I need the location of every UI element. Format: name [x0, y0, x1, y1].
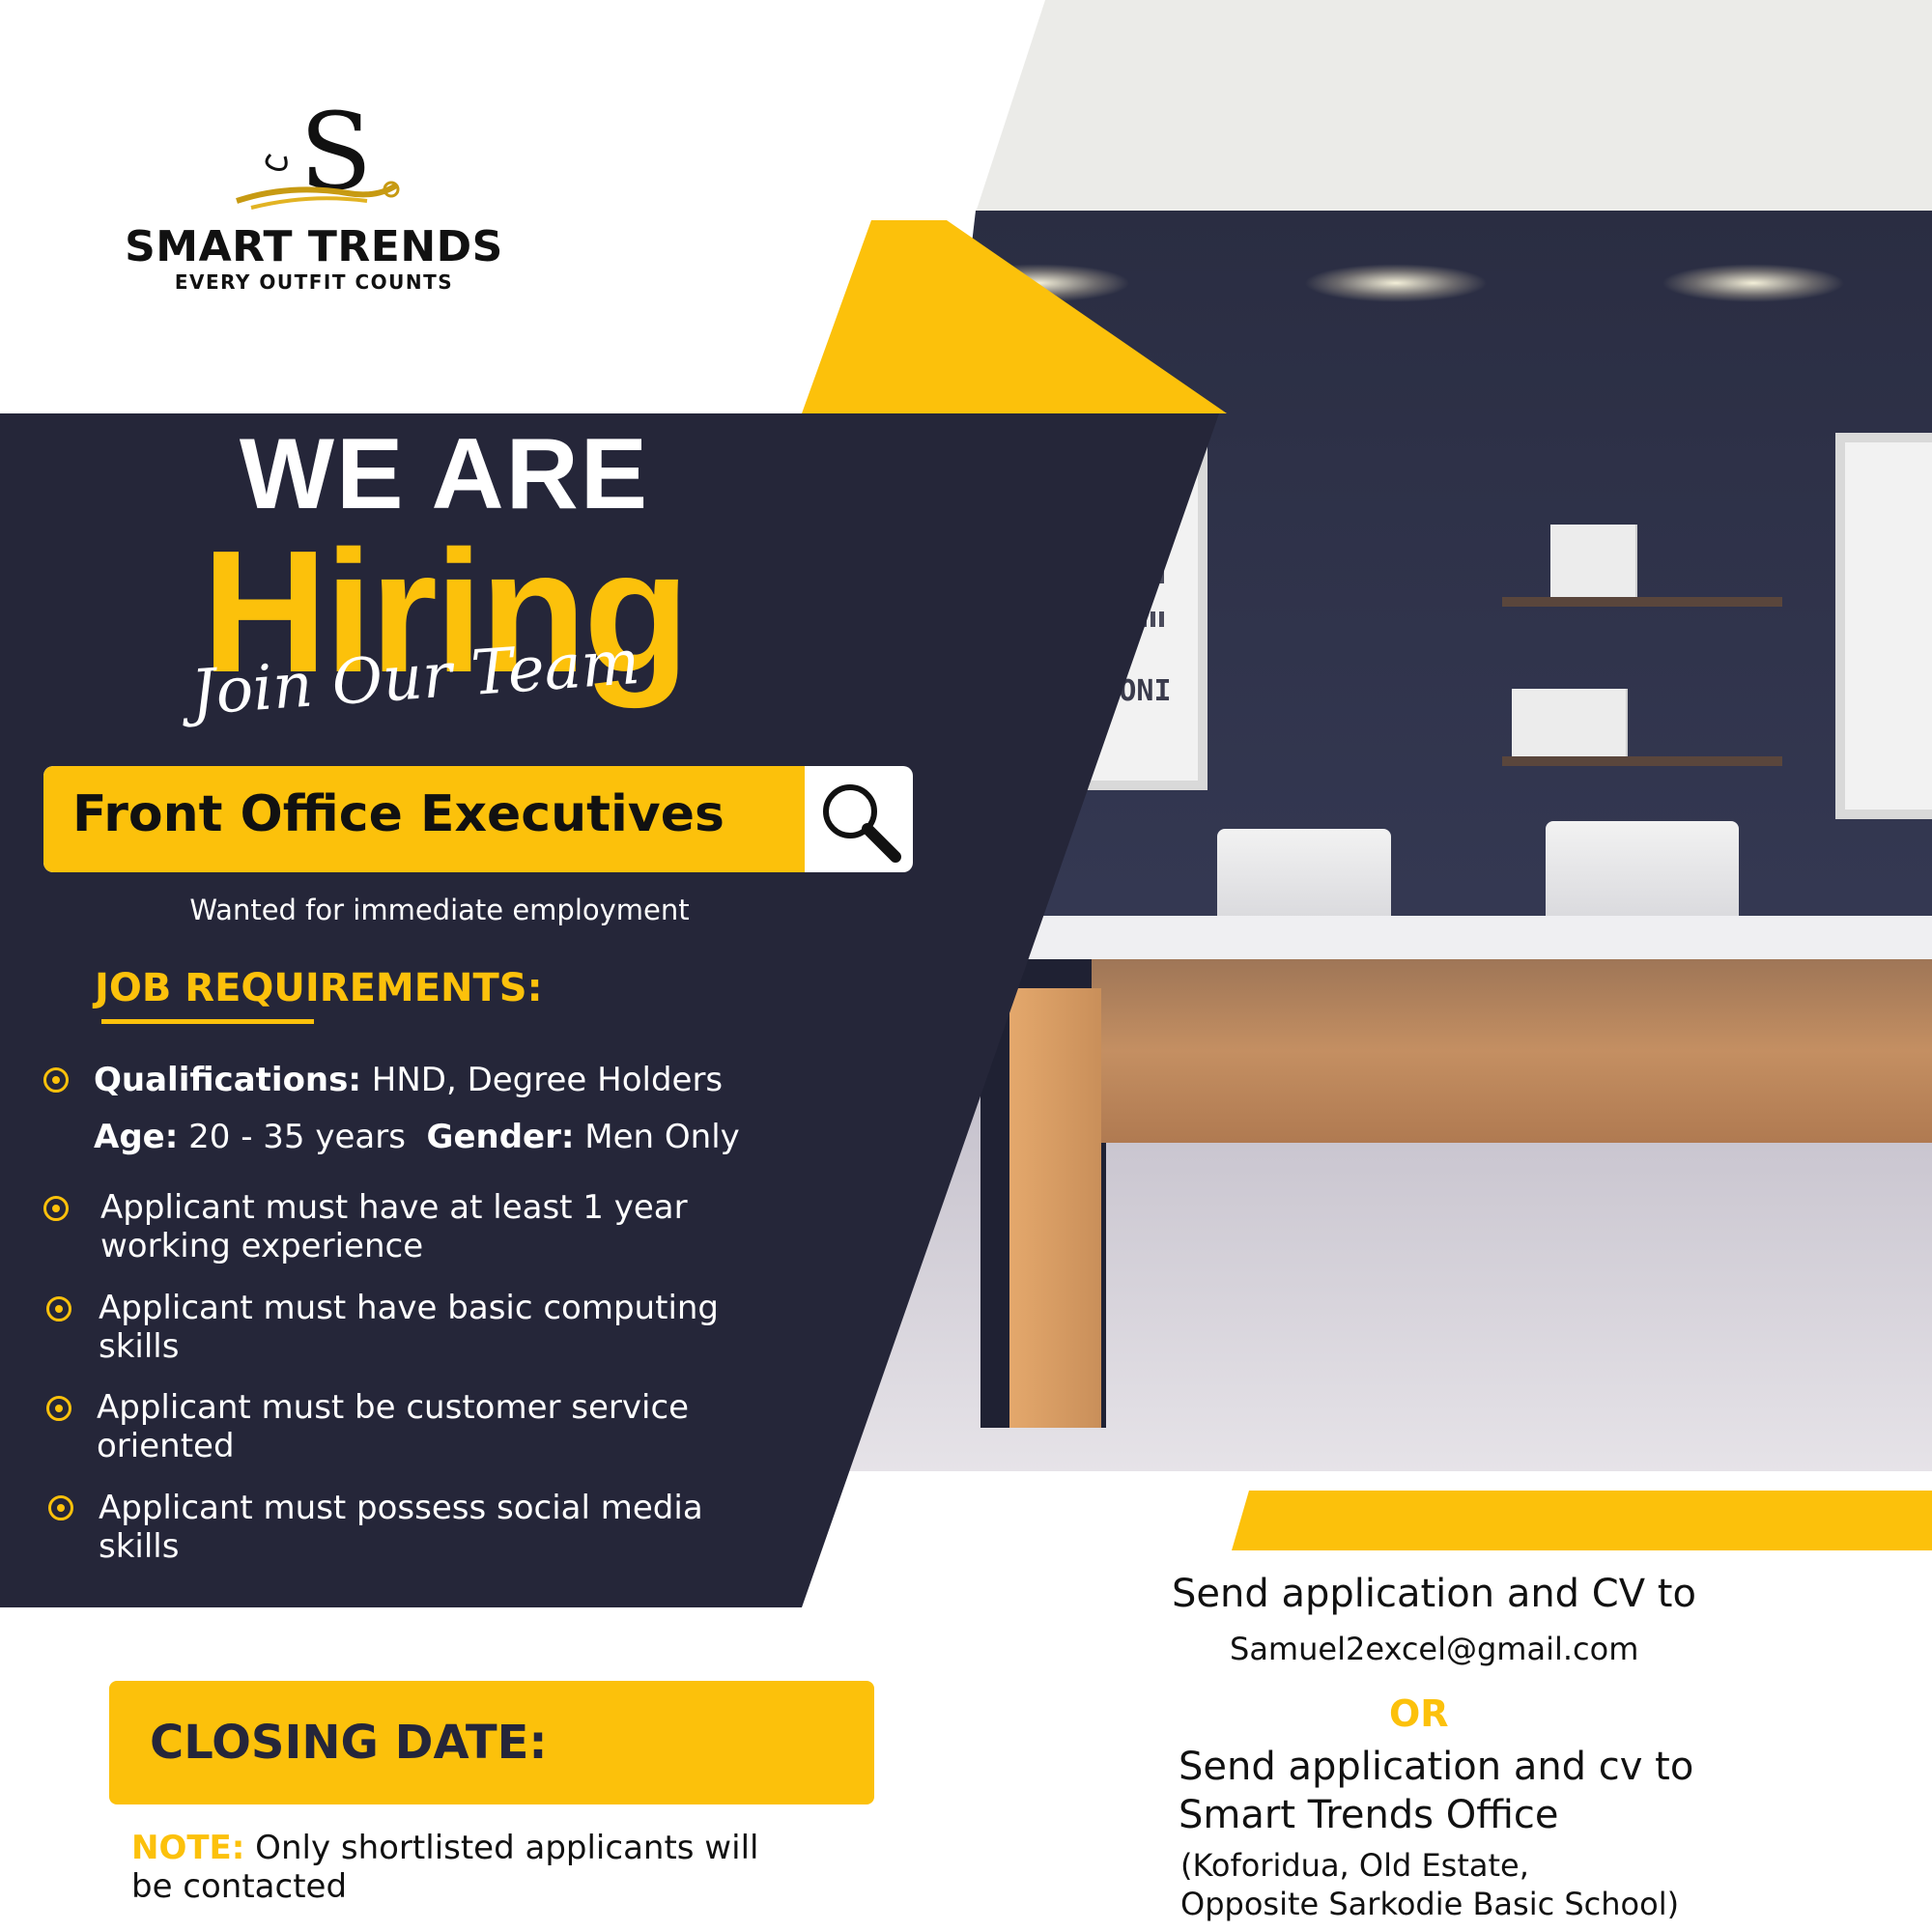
apply-address-1: (Koforidua, Old Estate,	[1180, 1847, 1529, 1884]
role-subtitle: Wanted for immediate employment	[189, 894, 690, 926]
wall-poster-right	[1835, 433, 1932, 819]
qualifications-line: Qualifications: HND, Degree Holders	[94, 1061, 770, 1099]
qualifications-label: Qualifications:	[94, 1061, 361, 1099]
apply-line-2a: Send application and cv to	[1179, 1745, 1694, 1789]
laptop-left	[1217, 829, 1391, 925]
requirement-item: Applicant must have basic computing skil…	[99, 1289, 720, 1366]
requirements-underline	[101, 1019, 314, 1024]
brand-name: SMART TRENDS	[125, 222, 503, 271]
bullet-icon	[43, 1196, 69, 1221]
qualifications-value: HND, Degree Holders	[360, 1061, 724, 1099]
apply-address-2: Opposite Sarkodie Basic School)	[1180, 1886, 1680, 1922]
apply-line-1: Send application and CV to	[1172, 1572, 1696, 1616]
brand-tagline: EVERY OUTFIT COUNTS	[174, 270, 454, 294]
closing-date-box: CLOSING DATE:	[109, 1681, 874, 1804]
requirement-item: Applicant must be customer service orien…	[97, 1388, 690, 1465]
top-right-gray-shape	[976, 0, 1932, 213]
shelf-bottom	[1502, 756, 1782, 766]
requirements-heading: JOB REQUIREMENTS:	[95, 966, 543, 1010]
role-search-bar: Front Office Executives	[43, 766, 913, 872]
age-value: 20 - 35 years	[178, 1118, 406, 1156]
yellow-accent-strip	[1232, 1491, 1932, 1550]
script-s-logo-icon: S	[236, 97, 400, 213]
laptop-right	[1546, 821, 1739, 925]
bullet-icon	[43, 1067, 69, 1093]
bullet-icon	[46, 1396, 71, 1421]
bullet-icon	[48, 1495, 73, 1520]
apply-or: OR	[1389, 1692, 1449, 1735]
shelf-top	[1502, 597, 1782, 607]
age-label: Age:	[94, 1118, 179, 1156]
age-gender-line: Age: 20 - 35 years Gender: Men Only	[94, 1118, 770, 1156]
requirement-item: Applicant must have at least 1 year work…	[100, 1188, 688, 1265]
bullet-icon	[46, 1296, 71, 1321]
search-icon	[823, 784, 901, 863]
requirement-item: Applicant must possess social media skil…	[99, 1489, 703, 1566]
note-label: NOTE:	[131, 1829, 245, 1867]
role-title: Front Office Executives	[72, 785, 724, 843]
gender-label: Gender:	[426, 1118, 575, 1156]
apply-email[interactable]: Samuel2excel@gmail.com	[1230, 1631, 1638, 1667]
gender-value: Men Only	[574, 1118, 740, 1156]
apply-line-2b: Smart Trends Office	[1179, 1793, 1559, 1837]
closing-date-label: CLOSING DATE:	[150, 1716, 548, 1770]
note-text: NOTE: Only shortlisted applicants will b…	[131, 1829, 808, 1906]
